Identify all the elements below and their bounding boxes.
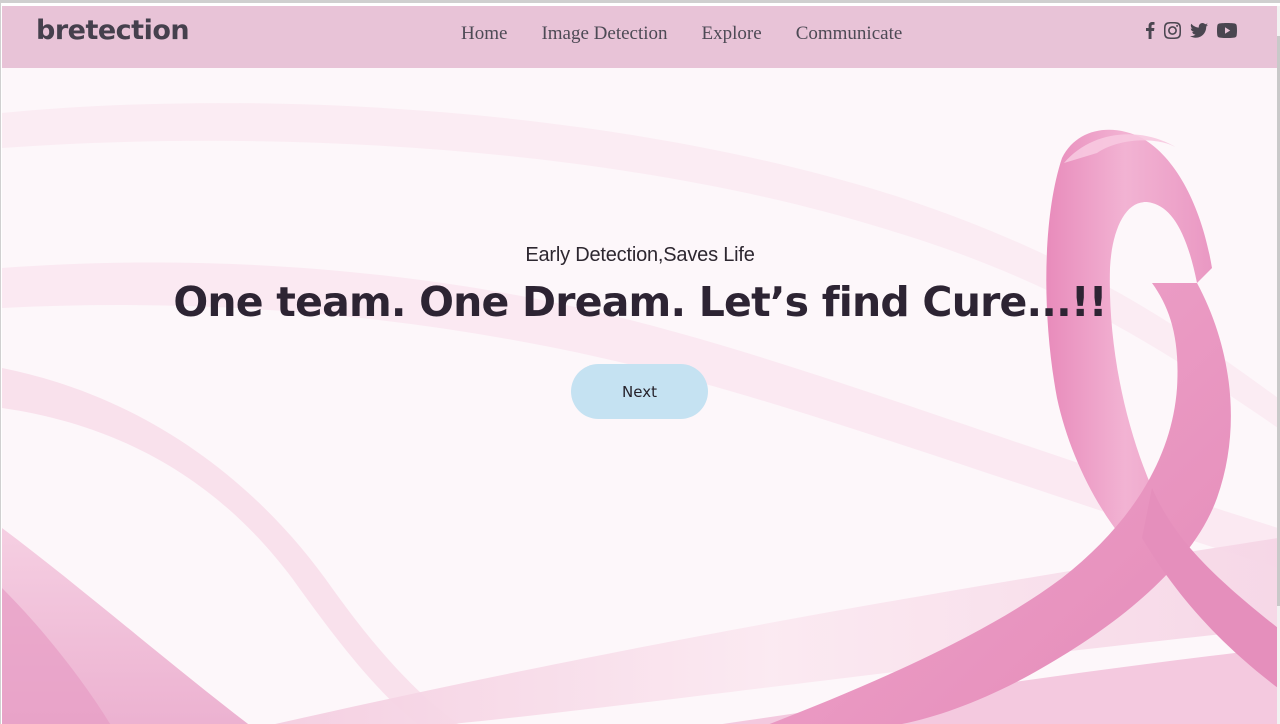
nav-link-image-detection[interactable]: Image Detection	[541, 23, 667, 45]
instagram-icon[interactable]	[1164, 20, 1181, 40]
nav-link-home[interactable]: Home	[461, 23, 507, 45]
hero-subtitle: Early Detection,Saves Life	[525, 244, 755, 266]
browser-viewport: Early Detection,Saves Life One team. One…	[0, 0, 1280, 724]
nav-link-communicate[interactable]: Communicate	[796, 23, 903, 45]
hero-section: Early Detection,Saves Life One team. One…	[2, 68, 1278, 724]
main-nav: Home Image Detection Explore Communicate	[461, 23, 936, 45]
next-button[interactable]: Next	[571, 364, 708, 419]
brand-logo[interactable]: bretection	[36, 15, 190, 46]
twitter-icon[interactable]	[1190, 20, 1208, 40]
facebook-icon[interactable]	[1145, 20, 1155, 40]
top-navbar: bretection Home Image Detection Explore …	[2, 6, 1278, 68]
social-links	[1145, 20, 1237, 40]
youtube-icon[interactable]	[1217, 20, 1237, 40]
hero-headline: One team. One Dream. Let’s find Cure...!…	[173, 278, 1107, 326]
nav-link-explore[interactable]: Explore	[702, 23, 762, 45]
